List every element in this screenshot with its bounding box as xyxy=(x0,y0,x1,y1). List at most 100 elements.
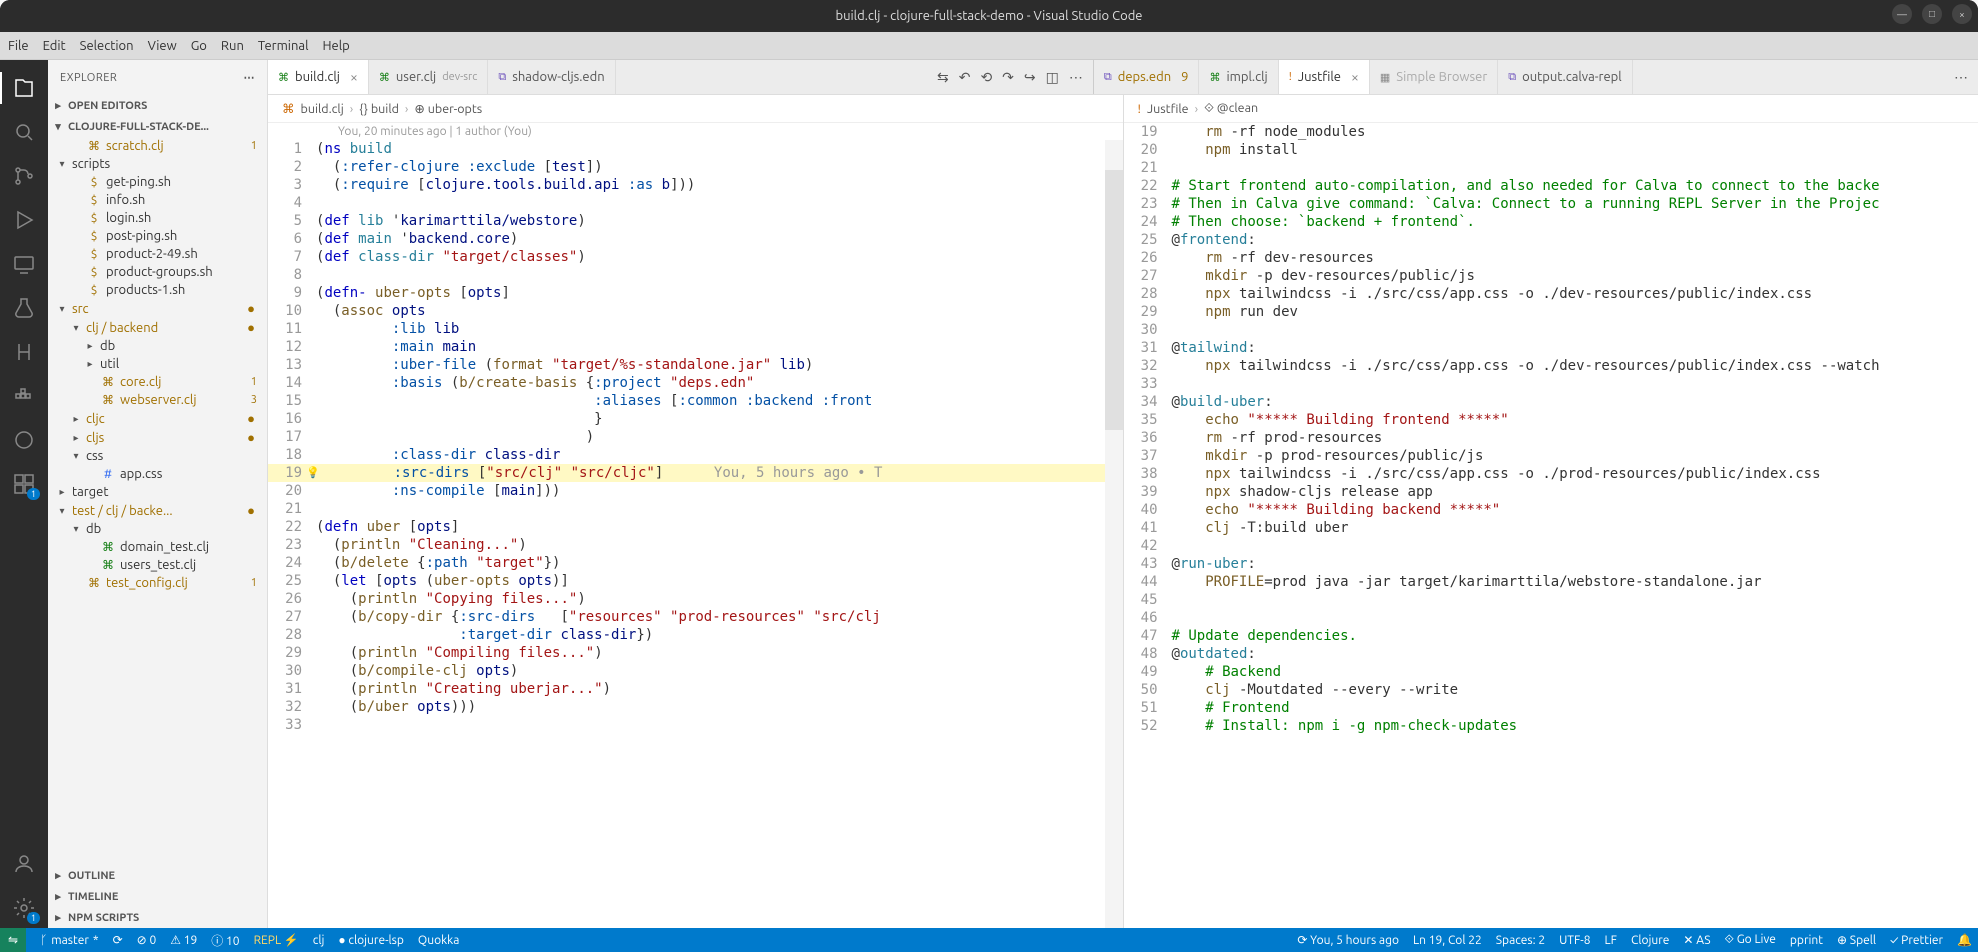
section-outline[interactable]: ▸OUTLINE xyxy=(48,865,267,886)
menu-file[interactable]: File xyxy=(8,39,29,53)
cursor-position[interactable]: Ln 19, Col 22 xyxy=(1413,934,1482,947)
revert-icon[interactable]: ↶ xyxy=(959,69,971,86)
calva-icon[interactable] xyxy=(0,420,48,460)
section-project[interactable]: ▾CLOJURE-FULL-STACK-DE... xyxy=(48,116,267,137)
go-live-button[interactable]: ⟐ Go Live xyxy=(1725,933,1776,947)
sync-button[interactable]: ⟳ xyxy=(113,933,123,947)
tab[interactable]: ⧉deps.edn9 xyxy=(1094,60,1200,94)
section-open-editors[interactable]: ▸OPEN EDITORS xyxy=(48,95,267,116)
run-debug-icon[interactable] xyxy=(0,200,48,240)
menu-edit[interactable]: Edit xyxy=(43,39,66,53)
test-icon[interactable] xyxy=(0,288,48,328)
tab[interactable]: ⌘user.clj dev-src xyxy=(369,60,488,94)
git-compare-icon[interactable]: ⇆ xyxy=(937,69,949,86)
problems-errors[interactable]: ⊘ 0 xyxy=(137,933,157,947)
lsp-status[interactable]: ● clojure-lsp xyxy=(338,933,404,947)
tab[interactable]: ⧉output.calva-repl xyxy=(1498,60,1632,94)
tree-item[interactable]: ▾db xyxy=(48,520,267,538)
tab[interactable]: ⌘build.clj× xyxy=(268,60,369,94)
repl-status[interactable]: REPL ⚡ xyxy=(254,933,299,947)
encoding-status[interactable]: UTF-8 xyxy=(1559,934,1590,947)
breadcrumb-right[interactable]: !Justfile›⟐ @clean xyxy=(1124,95,1978,123)
more-actions-right-icon[interactable]: ⋯ xyxy=(1954,69,1968,86)
tree-item[interactable]: ▸util xyxy=(48,355,267,373)
search-icon[interactable] xyxy=(0,112,48,152)
tab[interactable]: !Justfile× xyxy=(1279,60,1370,94)
eol-status[interactable]: LF xyxy=(1605,934,1617,947)
source-control-icon[interactable] xyxy=(0,156,48,196)
indent-status[interactable]: Spaces: 2 xyxy=(1496,934,1545,947)
accounts-icon[interactable] xyxy=(0,844,48,884)
menu-go[interactable]: Go xyxy=(191,39,207,53)
tree-item[interactable]: $product-groups.sh xyxy=(48,263,267,281)
spell-status[interactable]: ⊕ Spell xyxy=(1837,933,1876,947)
tab[interactable]: ⧉shadow-cljs.edn xyxy=(488,60,615,94)
tree-item[interactable]: $product-2-49.sh xyxy=(48,245,267,263)
docker-icon[interactable] xyxy=(0,376,48,416)
tree-item[interactable]: $products-1.sh xyxy=(48,281,267,299)
problems-info[interactable]: ⓘ 10 xyxy=(211,932,239,949)
tree-item[interactable]: ⌘users_test.clj xyxy=(48,556,267,574)
section-timeline[interactable]: ▸TIMELINE xyxy=(48,886,267,907)
tree-item[interactable]: ▾clj / backend● xyxy=(48,318,267,337)
prettier-status[interactable]: ✓ Prettier xyxy=(1890,934,1943,947)
extensions-icon[interactable]: 1 xyxy=(0,464,48,504)
menu-terminal[interactable]: Terminal xyxy=(258,39,309,53)
as-status[interactable]: ✕ AS xyxy=(1683,933,1710,947)
remote-indicator[interactable]: ⇋ xyxy=(0,928,26,952)
notifications-icon[interactable]: 🔔 xyxy=(1957,933,1972,947)
code-editor-left[interactable]: 1(ns build2 (:refer-clojure :exclude [te… xyxy=(268,140,1123,928)
tree-item[interactable]: ▾src● xyxy=(48,299,267,318)
sidebar-more-icon[interactable]: ⋯ xyxy=(244,71,256,84)
tab[interactable]: ▦Simple Browser xyxy=(1370,60,1498,94)
tree-item[interactable]: ⌘domain_test.clj xyxy=(48,538,267,556)
close-tab-icon[interactable]: × xyxy=(350,69,358,85)
problems-warnings[interactable]: ⚠ 19 xyxy=(170,933,197,947)
minimap-left[interactable] xyxy=(1105,140,1123,928)
tree-item[interactable]: ⌘core.clj1 xyxy=(48,373,267,391)
close-window-button[interactable]: × xyxy=(1952,4,1972,24)
minimize-button[interactable]: — xyxy=(1892,4,1912,24)
breadcrumb-segment[interactable]: ⊕ uber-opts xyxy=(414,101,482,116)
menu-help[interactable]: Help xyxy=(322,39,349,53)
tree-item[interactable]: $get-ping.sh xyxy=(48,173,267,191)
tree-item[interactable]: $info.sh xyxy=(48,191,267,209)
blame-status[interactable]: ⟳ You, 5 hours ago xyxy=(1297,933,1399,947)
undo-icon[interactable]: ⟲ xyxy=(980,69,992,86)
code-editor-right[interactable]: 19 rm -rf node_modules20 npm install2122… xyxy=(1124,123,1978,928)
breadcrumb-left[interactable]: ⌘build.clj›{} build›⊕ uber-opts xyxy=(268,95,1123,123)
step-forward-icon[interactable]: ↪ xyxy=(1024,69,1036,86)
breadcrumb-segment[interactable]: {} build xyxy=(359,102,399,116)
section-npm[interactable]: ▸NPM SCRIPTS xyxy=(48,907,267,928)
tree-item[interactable]: ⌘test_config.clj1 xyxy=(48,574,267,592)
tree-item[interactable]: ⌘scratch.clj1 xyxy=(48,137,267,155)
menu-run[interactable]: Run xyxy=(221,39,244,53)
step-back-icon[interactable]: ↷ xyxy=(1002,69,1014,86)
remote-explorer-icon[interactable] xyxy=(0,244,48,284)
language-mode[interactable]: Clojure xyxy=(1631,934,1669,947)
git-branch[interactable]: ᚴmaster* xyxy=(40,934,99,947)
tree-item[interactable]: #app.css xyxy=(48,465,267,483)
breadcrumb-segment[interactable]: Justfile xyxy=(1147,102,1189,116)
tree-item[interactable]: ⌘webserver.clj3 xyxy=(48,391,267,409)
tree-item[interactable]: $post-ping.sh xyxy=(48,227,267,245)
tree-item[interactable]: ▾css xyxy=(48,447,267,465)
quokka-status[interactable]: Quokka xyxy=(418,934,459,947)
tree-item[interactable]: ▸cljs● xyxy=(48,428,267,447)
pprint-button[interactable]: pprint xyxy=(1790,934,1823,947)
tree-item[interactable]: ▸target xyxy=(48,483,267,501)
tree-item[interactable]: ▾test / clj / backe...● xyxy=(48,501,267,520)
tree-item[interactable]: ▾scripts xyxy=(48,155,267,173)
settings-icon[interactable]: 1 xyxy=(0,888,48,928)
hashicorp-icon[interactable] xyxy=(0,332,48,372)
tab[interactable]: ⌘impl.clj xyxy=(1199,60,1278,94)
maximize-button[interactable]: □ xyxy=(1922,4,1942,24)
lang-indicator[interactable]: clj xyxy=(313,934,325,947)
breadcrumb-segment[interactable]: build.clj xyxy=(301,102,344,116)
tree-item[interactable]: $login.sh xyxy=(48,209,267,227)
split-editor-icon[interactable]: ◫ xyxy=(1046,69,1059,86)
close-tab-icon[interactable]: × xyxy=(1351,69,1359,85)
more-actions-icon[interactable]: ⋯ xyxy=(1069,69,1083,86)
tree-item[interactable]: ▸cljc● xyxy=(48,409,267,428)
breadcrumb-segment[interactable]: ⟐ @clean xyxy=(1204,101,1258,116)
